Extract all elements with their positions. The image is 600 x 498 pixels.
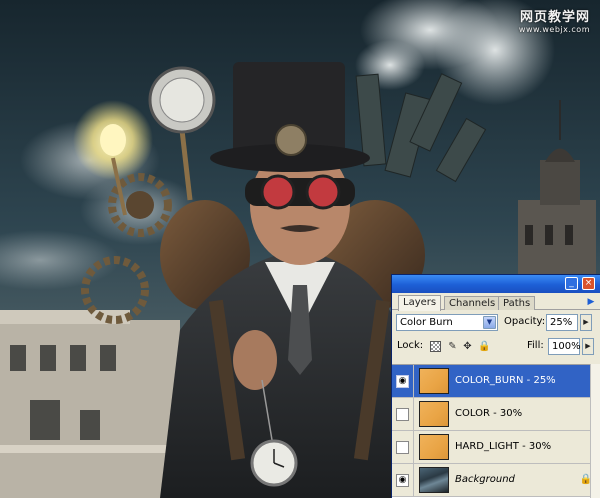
lock-all-icon[interactable]: 🔒 (478, 341, 490, 352)
minimize-button[interactable]: _ (565, 277, 578, 290)
visibility-cell[interactable] (392, 398, 414, 430)
layer-row[interactable]: HARD_LIGHT - 30% (392, 431, 600, 464)
layers-list: ◉ COLOR_BURN - 25% COLOR - 30% HARD_LIGH… (392, 364, 600, 498)
panel-titlebar[interactable]: _ × (392, 275, 600, 293)
layer-thumbnail (419, 368, 449, 394)
layer-name: COLOR_BURN - 25% (455, 375, 556, 386)
watermark: 网页教学网 www.webjx.com (519, 6, 590, 34)
watermark-url: www.webjx.com (518, 25, 590, 34)
hidden-visibility-box[interactable] (396, 441, 409, 454)
layer-thumbnail (419, 401, 449, 427)
flyout-menu-icon[interactable]: ▶ (585, 296, 597, 308)
layer-thumbnail (419, 467, 449, 493)
tab-paths[interactable]: Paths (498, 296, 536, 310)
opacity-slider-arrow-icon[interactable]: ▶ (580, 314, 592, 331)
tab-channels[interactable]: Channels (444, 296, 501, 310)
close-button[interactable]: × (582, 277, 595, 290)
opacity-label: Opacity: (504, 316, 546, 327)
lock-paint-icon[interactable]: ✎ (447, 341, 458, 352)
blend-mode-value: Color Burn (400, 317, 453, 328)
visibility-cell[interactable]: ◉ (392, 365, 414, 397)
fill-field[interactable]: 100% (548, 338, 581, 355)
layer-row[interactable]: ◉ COLOR_BURN - 25% (392, 365, 600, 398)
opacity-field[interactable]: 25% (546, 314, 578, 331)
layer-name: COLOR - 30% (455, 408, 523, 419)
layer-row[interactable]: COLOR - 30% (392, 398, 600, 431)
eye-icon[interactable]: ◉ (396, 375, 409, 388)
tab-layers[interactable]: Layers (398, 295, 442, 311)
layer-name: HARD_LIGHT - 30% (455, 441, 552, 452)
blend-mode-select[interactable]: Color Burn ▼ (396, 314, 498, 331)
chevron-down-icon[interactable]: ▼ (483, 316, 496, 329)
watermark-site-name: 网页教学网 (519, 10, 590, 25)
lock-transparent-icon[interactable] (430, 341, 441, 352)
lock-label: Lock: (397, 340, 424, 351)
eye-icon[interactable]: ◉ (396, 474, 409, 487)
layer-row[interactable]: ◉ Background 🔒 (392, 464, 600, 497)
lock-fill-row: Lock: ✎ ✥ 🔒 Fill: 100% ▶ (392, 334, 600, 358)
fill-label: Fill: (527, 340, 544, 351)
lock-move-icon[interactable]: ✥ (462, 341, 473, 352)
layer-name: Background (455, 474, 515, 485)
layers-scrollbar[interactable] (590, 364, 600, 498)
blend-opacity-row: Color Burn ▼ Opacity: 25% ▶ (392, 310, 600, 334)
panel-tabs: Layers Channels Paths ▶ (392, 293, 600, 311)
hidden-visibility-box[interactable] (396, 408, 409, 421)
layers-panel: _ × Layers Channels Paths ▶ Color Burn ▼… (391, 274, 600, 498)
visibility-cell[interactable]: ◉ (392, 464, 414, 496)
fill-slider-arrow-icon[interactable]: ▶ (582, 338, 594, 355)
visibility-cell[interactable] (392, 431, 414, 463)
layer-thumbnail (419, 434, 449, 460)
